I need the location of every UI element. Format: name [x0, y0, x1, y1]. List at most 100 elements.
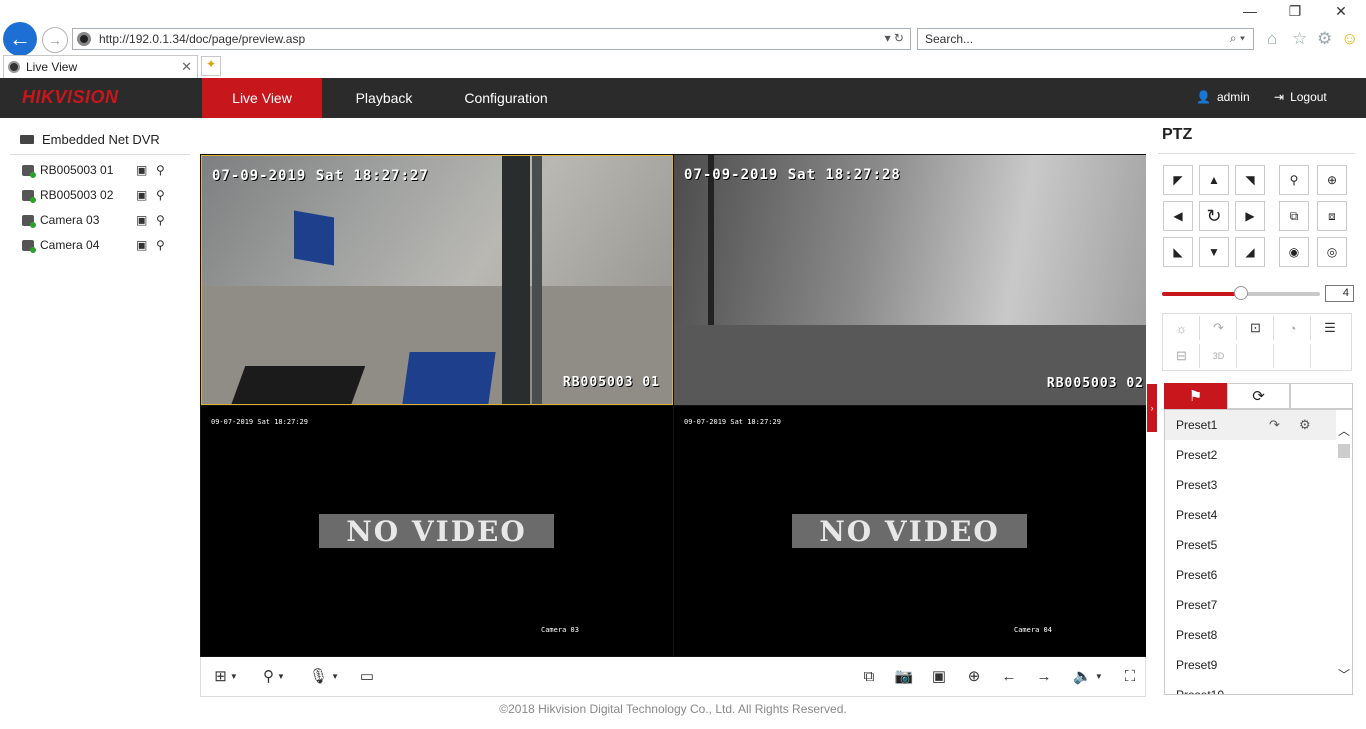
scroll-up-icon[interactable]: ︿ [1338, 422, 1350, 439]
zoom-out-icon[interactable]: ⚲ [1279, 165, 1309, 195]
iris-open-icon[interactable]: ◉ [1279, 237, 1309, 267]
close-tab-icon[interactable]: ✕ [181, 59, 192, 75]
aspect-ratio-icon[interactable]: ▭ [357, 667, 377, 687]
tab-playback[interactable]: Playback [336, 78, 432, 118]
zoom-in-icon[interactable]: ⊕ [1317, 165, 1347, 195]
tab-pattern[interactable] [1290, 383, 1353, 409]
tab-live-view[interactable]: Live View [202, 78, 322, 118]
camera-row[interactable]: Camera 03 ▣ ⚲ [22, 213, 172, 228]
tab-configuration[interactable]: Configuration [446, 78, 566, 118]
focus-far-icon[interactable]: ⧈ [1317, 201, 1347, 231]
microphone-button[interactable]: 🎙 ▼ [307, 667, 341, 687]
ptz-auto-icon[interactable]: ↻ [1199, 201, 1229, 231]
manual-track-icon[interactable]: ⊟ [1164, 344, 1200, 368]
audio-mute-button[interactable]: 🔈 ▼ [1071, 667, 1105, 687]
record-icon[interactable]: ▣ [136, 238, 152, 252]
refresh-icon[interactable]: ▾ ↻ [885, 31, 904, 45]
preset-label: Preset4 [1176, 508, 1218, 522]
video-tile[interactable]: 07-09-2019 Sat 18:27:27 RB005003 01 [201, 155, 673, 405]
auxiliary-focus-icon[interactable]: ⊡ [1238, 316, 1274, 340]
stream-select-icon[interactable]: ⚲ [156, 238, 172, 252]
stop-all-icon[interactable]: ⧉ [859, 667, 879, 687]
stream-type-button[interactable]: ⚲ ▼ [257, 667, 291, 687]
device-tree-root[interactable]: Embedded Net DVR [20, 132, 160, 147]
username: admin [1216, 90, 1250, 104]
iris-close-icon[interactable]: ◎ [1317, 237, 1347, 267]
focus-near-icon[interactable]: ⧉ [1279, 201, 1309, 231]
record-icon[interactable]: ▣ [136, 213, 152, 227]
wiper-icon[interactable]: ↷ [1201, 316, 1237, 340]
home-icon[interactable]: ⌂ [1267, 29, 1277, 49]
ptz-left-icon[interactable]: ◀ [1163, 201, 1193, 231]
preset-item[interactable]: Preset10 [1165, 680, 1337, 694]
preset-item[interactable]: Preset2 [1165, 440, 1337, 470]
ptz-up-left-icon[interactable]: ◤ [1163, 165, 1193, 195]
scene-object [502, 156, 530, 404]
stream-select-icon[interactable]: ⚲ [156, 213, 172, 227]
minimize-button[interactable]: — [1236, 3, 1264, 25]
record-video-icon[interactable]: ▣ [929, 667, 949, 687]
window-layout-button[interactable]: ⊞ ▼ [209, 667, 243, 687]
search-placeholder: Search... [925, 32, 974, 46]
back-button[interactable]: ← [3, 22, 37, 56]
ptz-right-icon[interactable]: ▶ [1235, 201, 1265, 231]
lens-init-icon[interactable]: ◔ [1275, 316, 1311, 340]
preset-item[interactable]: Preset9 [1165, 650, 1337, 680]
logout-button[interactable]: ⇥ Logout [1274, 90, 1327, 104]
footer-copyright: ©2018 Hikvision Digital Technology Co., … [499, 702, 847, 716]
preset-item[interactable]: Preset6 [1165, 560, 1337, 590]
record-icon[interactable]: ▣ [136, 188, 152, 202]
call-preset-icon[interactable]: ↷ [1269, 410, 1280, 440]
search-input[interactable]: Search... ⌕ ▾ [917, 28, 1254, 50]
next-page-icon[interactable]: → [1034, 667, 1054, 687]
ptz-down-left-icon[interactable]: ◣ [1163, 237, 1193, 267]
ptz-speed-slider[interactable] [1162, 286, 1320, 300]
smiley-feedback-icon[interactable]: ☺ [1341, 29, 1358, 49]
search-icon[interactable]: ⌕ ▾ [1230, 31, 1245, 46]
ptz-up-icon[interactable]: ▲ [1199, 165, 1229, 195]
3d-zoom-icon[interactable]: 3D [1201, 344, 1237, 368]
preset-item[interactable]: Preset7 [1165, 590, 1337, 620]
camera-row[interactable]: RB005003 01 ▣ ⚲ [22, 163, 172, 178]
video-tile[interactable]: 07-09-2019 Sat 18:27:28 RB005003 02 [674, 155, 1146, 405]
preset-item[interactable]: Preset8 [1165, 620, 1337, 650]
new-tab-button[interactable]: ✦ [201, 56, 221, 76]
ptz-down-right-icon[interactable]: ◢ [1235, 237, 1265, 267]
restore-button[interactable]: ❐ [1281, 3, 1309, 25]
scrollbar-thumb[interactable] [1338, 444, 1350, 458]
stream-select-icon[interactable]: ⚲ [156, 163, 172, 177]
gear-icon[interactable]: ⚙ [1317, 29, 1332, 49]
tab-preset[interactable]: ⚑ [1164, 383, 1227, 409]
video-tile[interactable]: 09-07-2019 Sat 18:27:29 NO VIDEO Camera … [674, 406, 1146, 656]
preset-item[interactable]: Preset3 [1165, 470, 1337, 500]
light-icon[interactable]: ☼ [1164, 316, 1200, 340]
close-window-button[interactable]: ✕ [1327, 3, 1355, 25]
forward-button[interactable]: → [42, 27, 68, 53]
camera-row[interactable]: Camera 04 ▣ ⚲ [22, 238, 172, 253]
video-tile[interactable]: 09-07-2019 Sat 18:27:29 NO VIDEO Camera … [201, 406, 673, 656]
preset-item[interactable]: Preset4 [1165, 500, 1337, 530]
scroll-down-icon[interactable]: ﹀ [1338, 666, 1350, 683]
menu-icon[interactable]: ☰ [1312, 316, 1348, 340]
capture-camera-icon[interactable]: 📷 [894, 667, 914, 687]
camera-label: RB005003 01 [40, 163, 114, 177]
speed-slider-handle[interactable] [1234, 286, 1248, 300]
tab-patrol[interactable]: ⟳ [1227, 383, 1290, 409]
preset-item[interactable]: Preset1 ↷ ⚙ [1165, 410, 1337, 440]
record-icon[interactable]: ▣ [136, 163, 152, 177]
fullscreen-icon[interactable]: ⛶ [1120, 667, 1140, 687]
set-preset-icon[interactable]: ⚙ [1299, 410, 1311, 440]
browser-tab[interactable]: Live View ✕ [3, 55, 198, 78]
ptz-up-right-icon[interactable]: ◥ [1235, 165, 1265, 195]
favorites-star-icon[interactable]: ☆ [1292, 29, 1307, 49]
address-bar[interactable]: http://192.0.1.34/doc/page/preview.asp ▾… [72, 28, 911, 50]
collapse-panel-button[interactable]: › [1147, 384, 1157, 432]
user-menu[interactable]: 👤 admin [1196, 90, 1250, 104]
ptz-down-icon[interactable]: ▼ [1199, 237, 1229, 267]
preset-item[interactable]: Preset5 [1165, 530, 1337, 560]
camera-row[interactable]: RB005003 02 ▣ ⚲ [22, 188, 172, 203]
zoom-in-icon[interactable]: ⊕ [964, 667, 984, 687]
stream-select-icon[interactable]: ⚲ [156, 188, 172, 202]
previous-page-icon[interactable]: ← [999, 667, 1019, 687]
video-toolbar: ⊞ ▼ ⚲ ▼ 🎙 ▼ ▭ ⧉ 📷 ▣ ⊕ ← → 🔈 ▼ ⛶ [200, 657, 1146, 697]
